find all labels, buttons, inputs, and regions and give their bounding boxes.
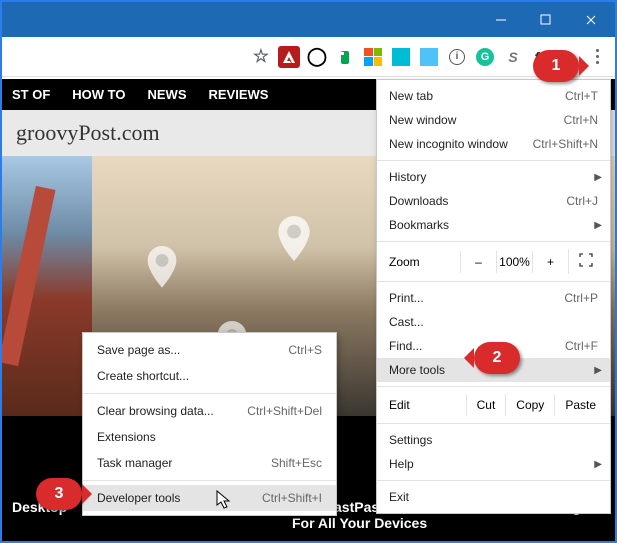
menu-history[interactable]: History▶ <box>377 165 610 189</box>
grammarly-icon[interactable]: G <box>474 46 496 68</box>
chevron-right-icon: ▶ <box>594 172 602 183</box>
menu-new-tab[interactable]: New tabCtrl+T <box>377 84 610 108</box>
menu-incognito[interactable]: New incognito windowCtrl+Shift+N <box>377 132 610 156</box>
submenu-clear-data[interactable]: Clear browsing data...Ctrl+Shift+Del <box>83 398 336 424</box>
minimize-button[interactable] <box>478 5 523 35</box>
close-button[interactable] <box>568 5 613 35</box>
nav-item[interactable]: ST OF <box>12 87 50 102</box>
edit-cut-button[interactable]: Cut <box>466 394 506 416</box>
annotation-callout-1: 1 <box>533 50 579 82</box>
bookmark-star-icon[interactable]: ☆ <box>250 46 272 68</box>
mouse-cursor-icon <box>216 490 232 510</box>
menu-cast[interactable]: Cast... <box>377 310 610 334</box>
window-titlebar <box>2 2 615 37</box>
menu-bookmarks[interactable]: Bookmarks▶ <box>377 213 610 237</box>
edit-paste-button[interactable]: Paste <box>554 394 606 416</box>
menu-settings[interactable]: Settings <box>377 428 610 452</box>
extension-s-icon[interactable]: S <box>502 46 524 68</box>
evernote-icon[interactable] <box>334 46 356 68</box>
more-tools-submenu: Save page as...Ctrl+S Create shortcut...… <box>82 332 337 516</box>
windows-icon[interactable] <box>362 46 384 68</box>
menu-downloads[interactable]: DownloadsCtrl+J <box>377 189 610 213</box>
menu-help[interactable]: Help▶ <box>377 452 610 476</box>
chevron-right-icon: ▶ <box>594 365 602 376</box>
menu-exit[interactable]: Exit <box>377 485 610 509</box>
zoom-value: 100% <box>496 251 532 273</box>
menu-zoom: Zoom – 100% + <box>377 246 610 277</box>
omega-icon[interactable]: ◯ <box>306 46 328 68</box>
edit-copy-button[interactable]: Copy <box>505 394 554 416</box>
fullscreen-button[interactable] <box>568 249 602 274</box>
extension-teal1-icon[interactable] <box>390 46 412 68</box>
submenu-developer-tools[interactable]: Developer toolsCtrl+Shift+I <box>83 485 336 511</box>
chevron-right-icon: ▶ <box>594 220 602 231</box>
maximize-button[interactable] <box>523 5 568 35</box>
annotation-callout-2: 2 <box>474 342 520 374</box>
menu-new-window[interactable]: New windowCtrl+N <box>377 108 610 132</box>
zoom-in-button[interactable]: + <box>532 251 568 273</box>
info-icon[interactable]: i <box>446 46 468 68</box>
zoom-out-button[interactable]: – <box>460 251 496 273</box>
site-name: groovyPost.com <box>16 120 160 146</box>
extension-teal2-icon[interactable] <box>418 46 440 68</box>
chrome-main-menu: New tabCtrl+T New windowCtrl+N New incog… <box>376 79 611 514</box>
nav-item[interactable]: HOW TO <box>72 87 125 102</box>
menu-edit: Edit Cut Copy Paste <box>377 391 610 419</box>
submenu-save-page[interactable]: Save page as...Ctrl+S <box>83 337 336 363</box>
browser-toolbar: ☆ ◯ i G S f? <box>2 37 615 77</box>
submenu-task-manager[interactable]: Task managerShift+Esc <box>83 450 336 476</box>
nav-item[interactable]: NEWS <box>147 87 186 102</box>
submenu-extensions[interactable]: Extensions <box>83 424 336 450</box>
menu-print[interactable]: Print...Ctrl+P <box>377 286 610 310</box>
adobe-icon[interactable] <box>278 46 300 68</box>
nav-item[interactable]: REVIEWS <box>208 87 268 102</box>
submenu-create-shortcut[interactable]: Create shortcut... <box>83 363 336 389</box>
annotation-callout-3: 3 <box>36 478 82 510</box>
chevron-right-icon: ▶ <box>594 459 602 470</box>
